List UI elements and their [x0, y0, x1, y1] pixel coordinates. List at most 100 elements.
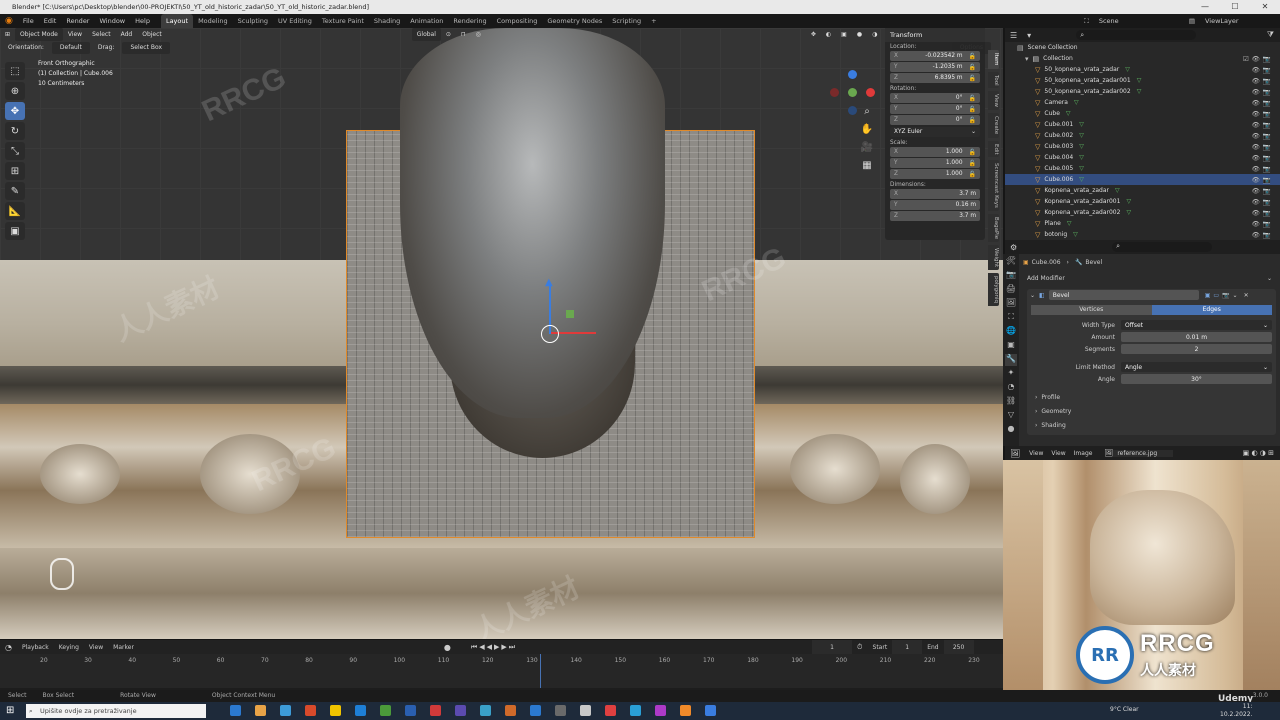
limit-method-dropdown[interactable]: Angle ⌄: [1121, 362, 1272, 372]
visibility-icons[interactable]: 👁📷: [1252, 187, 1274, 195]
rotation-x-field[interactable]: X 0° 🔓: [890, 93, 980, 103]
drag-dropdown[interactable]: Select Box: [122, 42, 171, 54]
expand-arrow-icon[interactable]: ▾: [1025, 55, 1029, 63]
dropdown-menu-icon[interactable]: ⌄: [1233, 292, 1238, 299]
playback-controls-icon[interactable]: ⏮◀◀▶▶⏭: [466, 640, 522, 655]
viewport-menu-select[interactable]: Select: [87, 28, 116, 41]
visibility-icons[interactable]: 👁📷: [1252, 176, 1274, 184]
subpanel-profile[interactable]: › Profile: [1027, 391, 1276, 403]
timeline-type-icon[interactable]: ◔: [0, 640, 17, 655]
visibility-icons[interactable]: 👁📷: [1252, 209, 1274, 217]
display-mode-icon[interactable]: ▾: [1022, 31, 1036, 40]
blender-logo-icon[interactable]: ◉: [0, 14, 18, 28]
scale-y-field[interactable]: Y 1.000 🔓: [890, 158, 980, 168]
properties-search-input[interactable]: ⌕: [1112, 242, 1213, 252]
taskbar-app-icon[interactable]: [580, 705, 591, 716]
outliner-row[interactable]: ▽ Cube.004 ▽ 👁📷: [1005, 152, 1280, 163]
timeline-menu-keying[interactable]: Keying: [54, 640, 84, 655]
taskbar-app-icon[interactable]: [505, 705, 516, 716]
visibility-icons[interactable]: 👁📷: [1252, 77, 1274, 85]
current-frame-field[interactable]: 1: [812, 639, 853, 655]
tab-rendering[interactable]: Rendering: [448, 14, 491, 28]
lock-icon[interactable]: 🔓: [969, 149, 976, 156]
visibility-icons[interactable]: ☑👁📷: [1243, 55, 1274, 63]
xray-icon[interactable]: ▣: [836, 28, 852, 41]
record-icon[interactable]: ●: [439, 640, 456, 655]
transform-panel-header[interactable]: Transform: [885, 28, 985, 42]
tab-scripting[interactable]: Scripting: [607, 14, 646, 28]
view-layer-selector[interactable]: ViewLayer: [1200, 14, 1280, 28]
rotation-y-field[interactable]: Y 0° 🔓: [890, 104, 980, 114]
physics-tab-icon[interactable]: ◔: [1005, 382, 1017, 394]
orientation-dropdown[interactable]: Default: [51, 42, 90, 54]
timeline-area[interactable]: 20 30 40 50 60 70 80 90 100 110 120 130 140 150 160 170…: [0, 654, 1003, 688]
visibility-icons[interactable]: 👁📷: [1252, 66, 1274, 74]
taskbar-app-icon[interactable]: [455, 705, 466, 716]
outliner-row[interactable]: ▽ Cube.003 ▽ 👁📷: [1005, 141, 1280, 152]
outliner-row[interactable]: ▽ Cube.001 ▽ 👁📷: [1005, 119, 1280, 130]
transform-orientation-dropdown[interactable]: Global: [411, 28, 441, 41]
tab-layout[interactable]: Layout: [160, 14, 194, 28]
material-tab-icon[interactable]: ●: [1005, 424, 1017, 436]
image-editor-menu-view-2[interactable]: View: [1047, 450, 1069, 457]
outliner-row[interactable]: ▽ Plane ▽ 👁📷: [1005, 218, 1280, 229]
outliner-row[interactable]: ▽ Kopnena_vrata_zadar001 ▽ 👁📷: [1005, 196, 1280, 207]
tab-edit[interactable]: Edit: [988, 140, 999, 158]
pan-hand-icon[interactable]: ✋: [860, 124, 874, 138]
location-z-field[interactable]: Z 6.8395 m 🔓: [890, 73, 980, 83]
scale-x-field[interactable]: X 1.000 🔓: [890, 147, 980, 157]
taskbar-app-icon[interactable]: [405, 705, 416, 716]
image-name-field[interactable]: reference.jpg: [1113, 449, 1174, 457]
scale-tool-icon[interactable]: ⤡: [5, 142, 25, 160]
timeline-menu-marker[interactable]: Marker: [108, 640, 139, 655]
gizmo-z-icon[interactable]: [848, 70, 857, 79]
lock-icon[interactable]: 🔓: [969, 117, 976, 124]
segments-field[interactable]: 2: [1121, 344, 1272, 354]
minimize-button[interactable]: —: [1190, 0, 1220, 14]
menu-file[interactable]: File: [18, 14, 39, 28]
taskbar-app-icon[interactable]: [380, 705, 391, 716]
show-gizmo-icon[interactable]: ✥: [806, 28, 821, 41]
image-editor-menu-view[interactable]: View: [1025, 450, 1047, 457]
outliner-row[interactable]: ▽ Kopnena_vrata_zadar002 ▽ 👁📷: [1005, 207, 1280, 218]
tab-animation[interactable]: Animation: [405, 14, 448, 28]
scene-tab-icon[interactable]: ⛶: [1005, 312, 1017, 324]
add-workspace-button[interactable]: +: [646, 14, 661, 28]
taskbar-app-icon[interactable]: [655, 705, 666, 716]
visibility-icons[interactable]: 👁📷: [1252, 110, 1274, 118]
add-cube-tool-icon[interactable]: ▣: [5, 222, 25, 240]
taskbar-app-icon[interactable]: [605, 705, 616, 716]
visibility-icons[interactable]: 👁📷: [1252, 220, 1274, 228]
visibility-icons[interactable]: 👁📷: [1252, 231, 1274, 239]
scale-z-field[interactable]: Z 1.000 🔓: [890, 169, 980, 179]
affect-vertices-button[interactable]: Vertices: [1031, 305, 1152, 315]
object-tab-icon[interactable]: ▣: [1005, 340, 1017, 352]
location-x-field[interactable]: X -0.023542 m 🔓: [890, 51, 980, 61]
move-gizmo-plane-handle[interactable]: [566, 310, 574, 318]
gizmo-x-icon[interactable]: [866, 88, 875, 97]
clock-icon[interactable]: ⏱: [852, 640, 867, 655]
taskbar-app-icon[interactable]: [705, 705, 716, 716]
menu-help[interactable]: Help: [130, 14, 155, 28]
subpanel-geometry[interactable]: › Geometry: [1027, 405, 1276, 417]
visibility-icons[interactable]: 👁📷: [1252, 198, 1274, 206]
camera-view-icon[interactable]: 🎥: [860, 142, 874, 156]
tab-screencast-keys[interactable]: Screencast Keys: [988, 160, 999, 212]
taskbar-app-icon[interactable]: [230, 705, 241, 716]
taskbar-app-icon[interactable]: [630, 705, 641, 716]
visibility-icons[interactable]: 👁📷: [1252, 99, 1274, 107]
pivot-icon[interactable]: ⊙: [441, 28, 456, 41]
3d-viewport[interactable]: ▲ ⊞ Object Mode View Select Add Object G…: [0, 28, 1003, 639]
properties-type-icon[interactable]: ⚙: [1005, 243, 1022, 252]
collection-row[interactable]: ▾ ▤ Collection ☑👁📷: [1005, 53, 1280, 64]
rotate-tool-icon[interactable]: ↻: [5, 122, 25, 140]
add-modifier-button[interactable]: Add Modifier ⌄: [1023, 270, 1280, 286]
taskbar-app-icon[interactable]: [555, 705, 566, 716]
render-toggle-icon[interactable]: 📷: [1222, 292, 1229, 299]
viewport-menu-view[interactable]: View: [63, 28, 87, 41]
affect-edges-button[interactable]: Edges: [1151, 305, 1272, 315]
viewport-menu-object[interactable]: Object: [137, 28, 167, 41]
amount-field[interactable]: 0.01 m: [1121, 332, 1272, 342]
outliner-row[interactable]: ▽ Cube.002 ▽ 👁📷: [1005, 130, 1280, 141]
filter-icon[interactable]: ⧩: [1267, 30, 1274, 40]
